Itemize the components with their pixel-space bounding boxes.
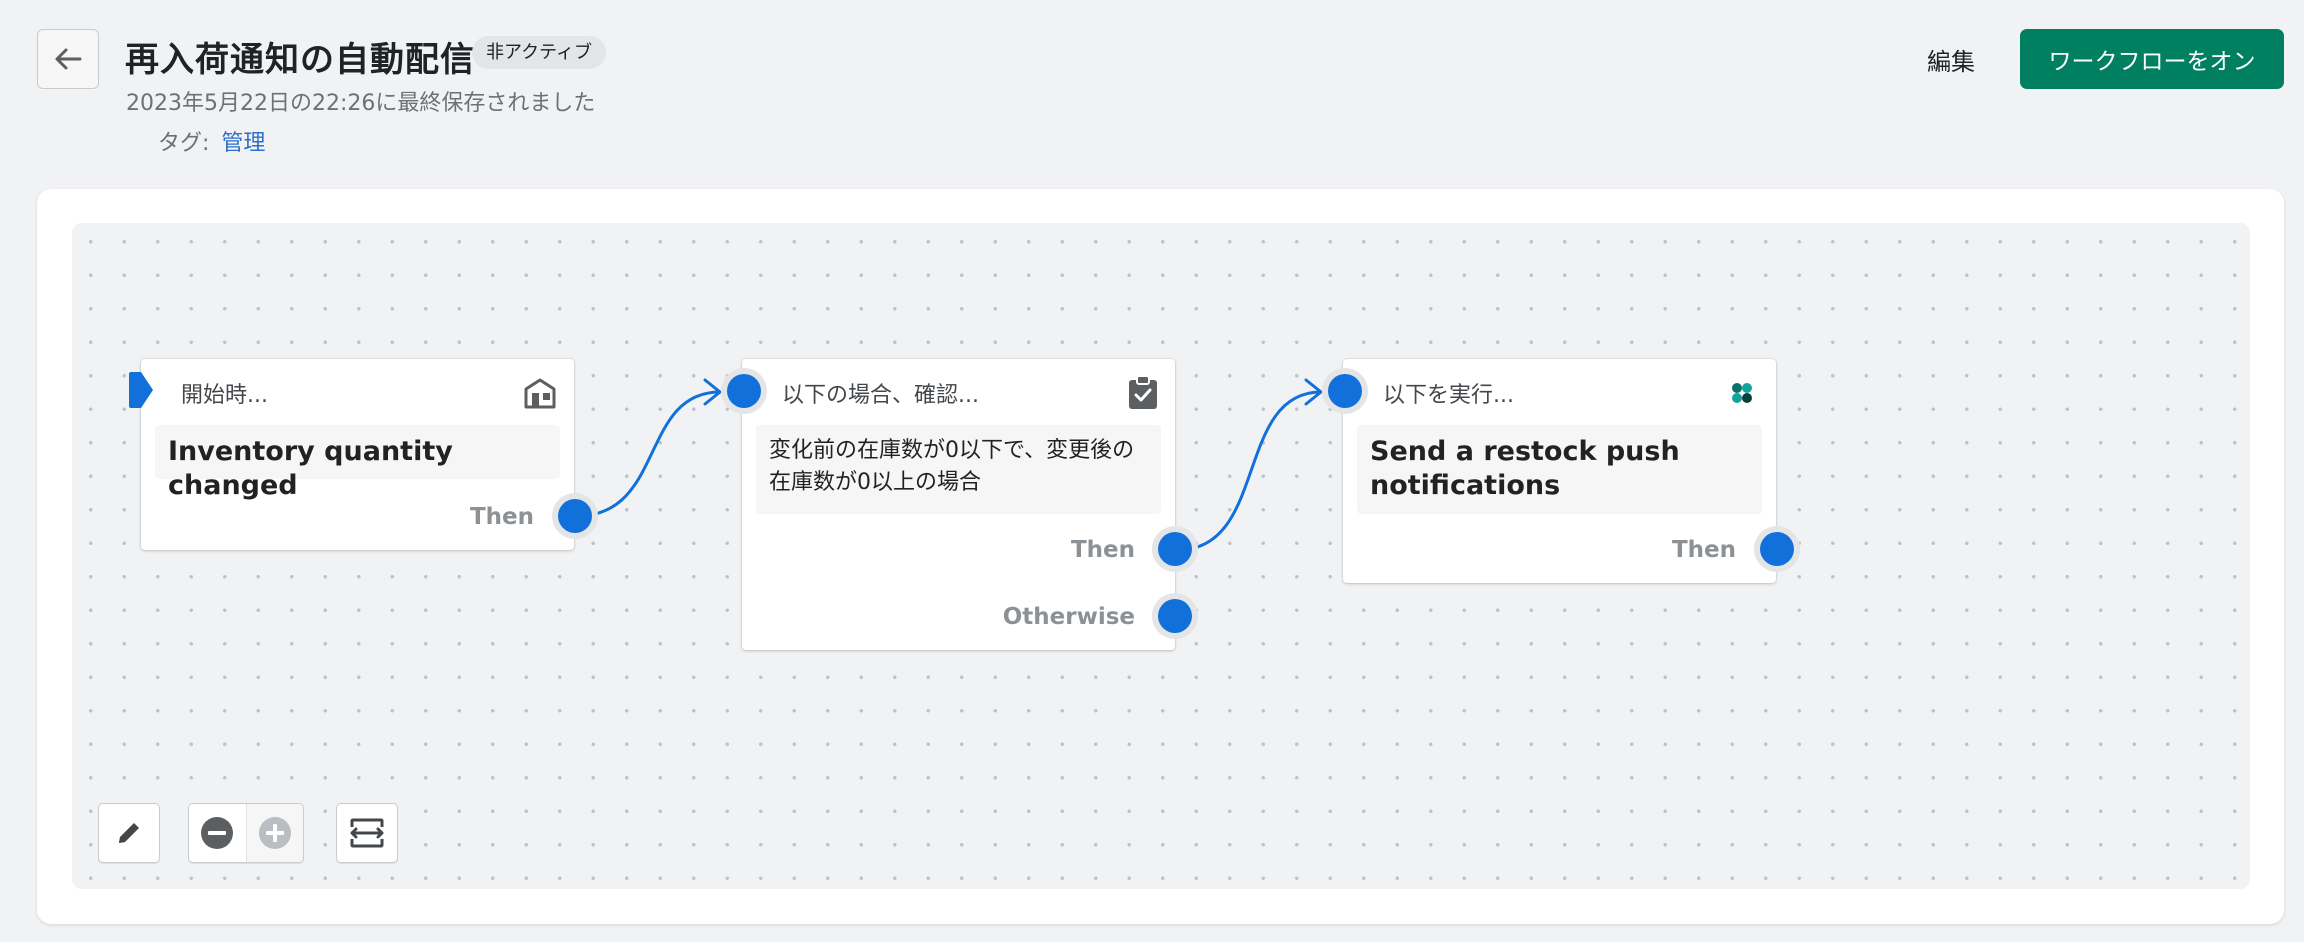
edit-button[interactable]: 編集 <box>1927 42 1975 77</box>
then-output-port[interactable] <box>1754 526 1800 572</box>
node-heading: 以下の場合、確認... <box>782 383 979 408</box>
trigger-body: Inventory quantity changed <box>155 425 560 501</box>
zoom-out-button[interactable] <box>189 804 246 862</box>
fit-view-button[interactable] <box>336 803 398 863</box>
fit-view-icon <box>350 818 384 848</box>
node-heading: 開始時... <box>181 383 268 408</box>
edit-tool-button[interactable] <box>98 803 160 863</box>
then-label: Then <box>1070 537 1135 563</box>
store-icon <box>522 375 558 411</box>
action-input-port[interactable] <box>1322 368 1368 414</box>
status-badge: 非アクティブ <box>472 36 607 69</box>
tags-row: タグ: 管理 <box>158 125 265 157</box>
condition-body: 変化前の在庫数が0以下で、変更後の在庫数が0以上の場合 <box>756 425 1161 514</box>
trigger-title: Inventory quantity changed <box>168 436 453 501</box>
back-button[interactable] <box>37 29 99 89</box>
zoom-control <box>188 803 304 863</box>
condition-text: 変化前の在庫数が0以下で、変更後の在庫数が0以上の場合 <box>769 438 1135 495</box>
page-title: 再入荷通知の自動配信 <box>125 40 475 80</box>
tag-link[interactable]: 管理 <box>221 131 265 156</box>
then-label: Then <box>469 504 534 530</box>
zoom-in-button[interactable] <box>245 804 303 862</box>
condition-input-port[interactable] <box>721 368 767 414</box>
arrow-left-icon <box>55 48 82 70</box>
app-logo-icon <box>1724 375 1760 411</box>
then-output-port[interactable] <box>1152 526 1198 572</box>
start-flag-icon <box>129 372 153 408</box>
plus-circle-icon <box>258 817 291 849</box>
then-output-port[interactable] <box>552 493 598 539</box>
pencil-icon <box>119 823 139 843</box>
action-title: Send a restock push notifications <box>1370 436 1680 501</box>
action-node[interactable]: 以下を実行... Send a restock push notificatio… <box>1322 359 1800 583</box>
tags-label: タグ: <box>158 131 210 156</box>
action-body: Send a restock push notifications <box>1357 425 1762 514</box>
minus-circle-icon <box>201 817 234 849</box>
condition-node[interactable]: 以下の場合、確認... 変化前の在庫数が0以下で、変更後の在庫数が0以上の場合 … <box>721 359 1198 650</box>
otherwise-output-port[interactable] <box>1152 593 1198 639</box>
node-heading: 以下を実行... <box>1383 383 1514 408</box>
then-label: Then <box>1671 537 1736 563</box>
otherwise-label: Otherwise <box>1002 604 1135 630</box>
last-saved-text: 2023年5月22日の22:26に最終保存されました <box>126 91 596 116</box>
clipboard-check-icon <box>1125 375 1161 411</box>
trigger-node[interactable]: 開始時... Inventory quantity changed Then <box>129 359 598 550</box>
turn-on-workflow-button[interactable]: ワークフローをオン <box>2020 29 2284 89</box>
